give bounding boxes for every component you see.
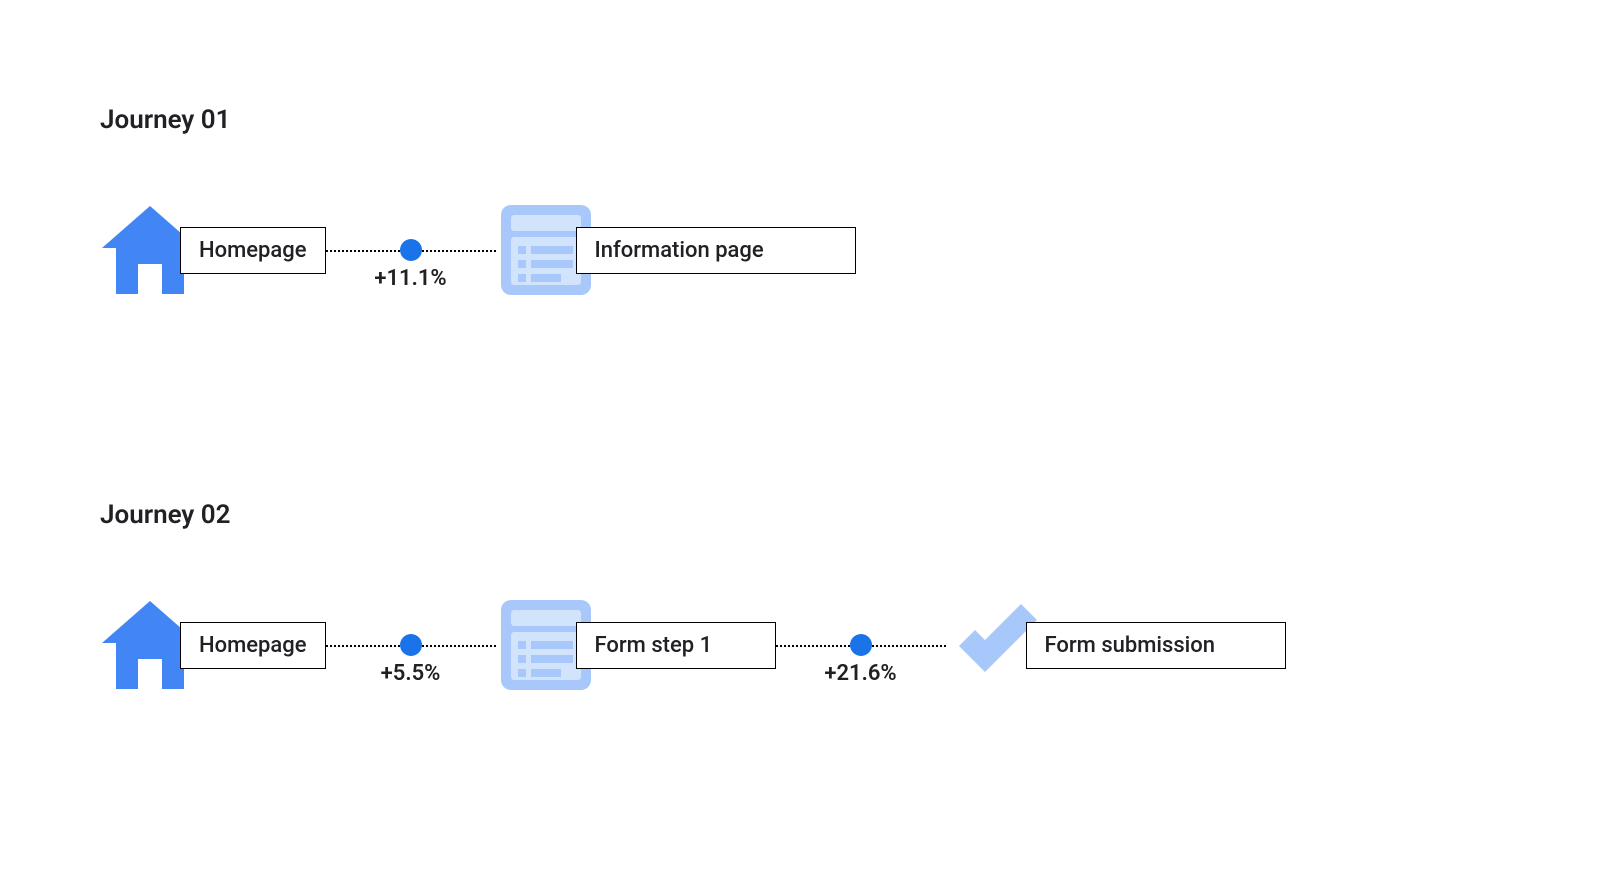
journey-connector: +5.5% [326, 595, 496, 695]
journey-row-1: Homepage +11.1% Information page [100, 200, 856, 300]
journey-step: Form submission [946, 595, 1286, 695]
step-label: Form submission [1026, 622, 1286, 669]
connector-dot [850, 634, 872, 656]
journey-connector: +21.6% [776, 595, 946, 695]
journey-step: Homepage [100, 200, 326, 300]
step-label: Homepage [180, 622, 326, 669]
journey-title-1: Journey 01 [100, 105, 231, 135]
step-label: Information page [576, 227, 856, 274]
journey-step: Homepage [100, 595, 326, 695]
step-label: Form step 1 [576, 622, 776, 669]
step-label: Homepage [180, 227, 326, 274]
connector-metric: +11.1% [374, 266, 446, 291]
connector-dot [400, 239, 422, 261]
journey-title-2: Journey 02 [100, 500, 231, 530]
connector-metric: +21.6% [824, 661, 896, 686]
journey-connector: +11.1% [326, 200, 496, 300]
connector-metric: +5.5% [381, 661, 441, 686]
journey-step: Form step 1 [496, 595, 776, 695]
connector-dot [400, 634, 422, 656]
journey-step: Information page [496, 200, 856, 300]
journey-row-2: Homepage +5.5% Form step 1 +21.6% [100, 595, 1286, 695]
